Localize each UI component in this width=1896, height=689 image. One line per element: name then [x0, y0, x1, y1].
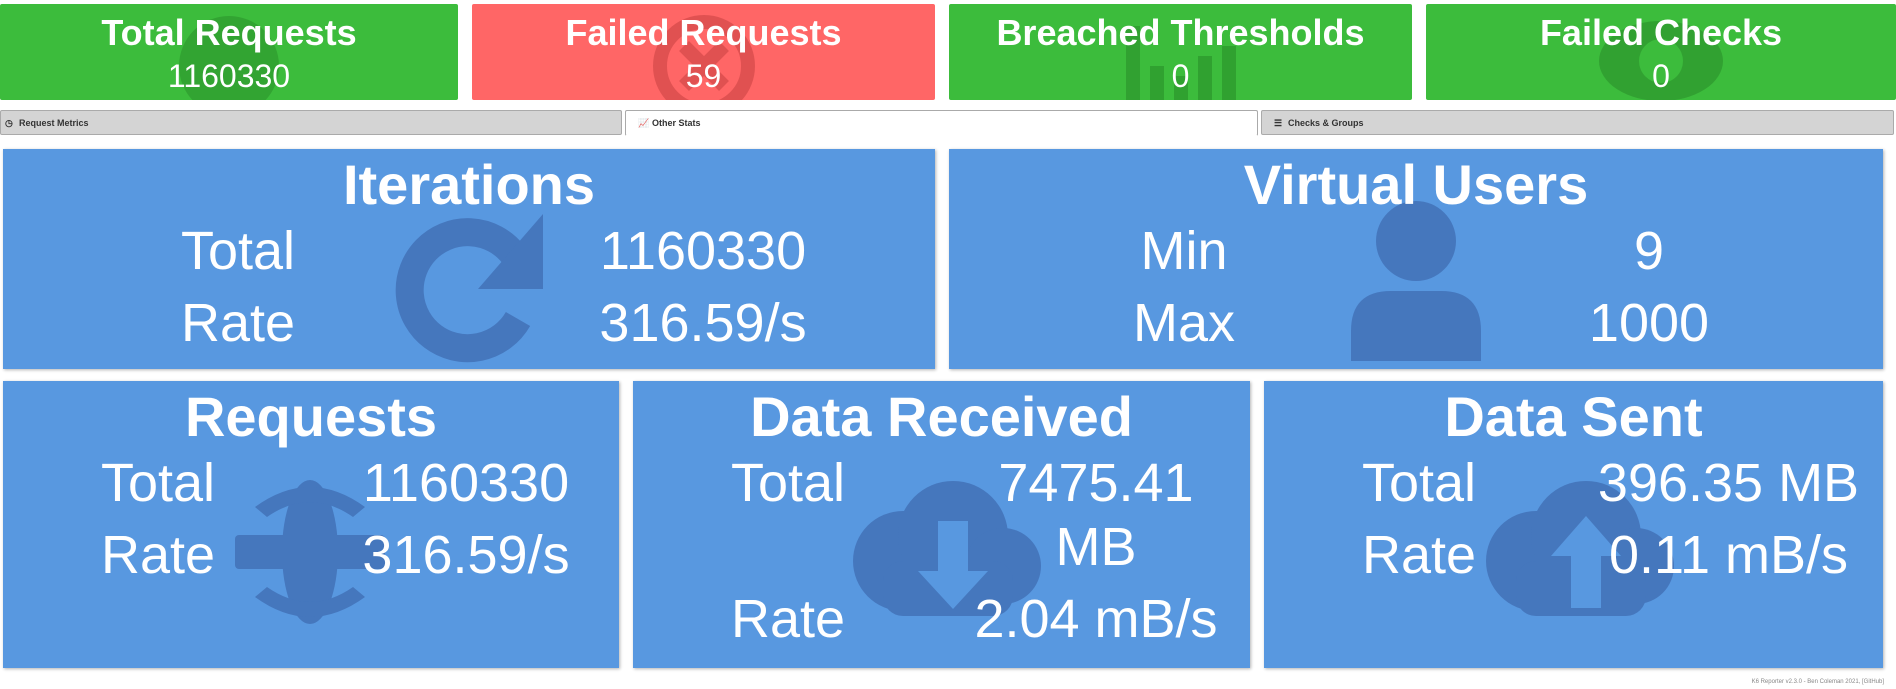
data-received-card: Data Received Total 7475.41 MB Rate 2.04…: [633, 381, 1250, 668]
iterations-rate-value: 316.59/s: [599, 293, 807, 353]
iterations-card: Iterations Total 1160330 Rate 316.59/s: [3, 149, 935, 369]
virtual-users-title: Virtual Users: [1243, 153, 1589, 216]
requests-card: Requests Total 1160330 Rate 316.59/s: [3, 381, 619, 668]
iterations-total-value: 1160330: [599, 221, 807, 281]
virtual-users-min-value: 9: [1633, 221, 1665, 281]
footer-credit: K6 Reporter v2.3.0 - Ben Coleman 2021, […: [1751, 679, 1884, 685]
list-icon: ☰: [1274, 118, 1283, 128]
failed-requests-box: Failed Requests 59: [472, 4, 935, 100]
virtual-users-max-label: Max: [1132, 293, 1235, 353]
data-sent-title: Data Sent: [1444, 385, 1703, 448]
data-received-rate-label: Rate: [730, 589, 846, 649]
data-received-total-value-line2: MB: [1055, 517, 1137, 577]
total-requests-title: Total Requests: [101, 12, 357, 53]
requests-title: Requests: [184, 385, 438, 448]
data-sent-total-value: 396.35 MB: [1597, 453, 1860, 513]
total-requests-box: Total Requests 1160330: [0, 4, 458, 100]
tab-label: Request Metrics: [19, 118, 89, 128]
tab-request-metrics[interactable]: ◷ Request Metrics: [0, 110, 622, 135]
failed-checks-box: Failed Checks 0: [1426, 4, 1896, 100]
failed-checks-title: Failed Checks: [1539, 12, 1783, 53]
failed-requests-value: 59: [685, 58, 722, 94]
total-requests-value: 1160330: [167, 58, 291, 94]
summary-row: Total Requests 1160330 Failed Requests 5…: [0, 4, 1896, 100]
breached-thresholds-box: Breached Thresholds 0: [949, 4, 1412, 100]
virtual-users-card: Virtual Users Min 9 Max 1000: [949, 149, 1883, 369]
data-received-total-value-line1: 7475.41: [998, 453, 1194, 513]
tab-other-stats[interactable]: 📈 Other Stats: [625, 110, 1258, 136]
data-sent-card: Data Sent Total 396.35 MB Rate 0.11 mB/s: [1264, 381, 1883, 668]
requests-rate-value: 316.59/s: [362, 525, 570, 585]
virtual-users-min-label: Min: [1140, 221, 1228, 281]
data-received-total-label: Total: [730, 453, 846, 513]
tab-label: Checks & Groups: [1288, 118, 1364, 128]
failed-checks-value: 0: [1652, 58, 1670, 94]
tab-label: Other Stats: [652, 118, 701, 128]
clock-icon: ◷: [5, 118, 13, 128]
data-sent-rate-label: Rate: [1361, 525, 1477, 585]
data-sent-rate-value: 0.11 mB/s: [1608, 525, 1849, 585]
iterations-total-label: Total: [180, 221, 296, 281]
breached-thresholds-value: 0: [1171, 58, 1190, 94]
requests-total-value: 1160330: [362, 453, 570, 513]
tab-bar: ◷ Request Metrics 📈 Other Stats ☰ Checks & …: [0, 110, 1896, 136]
chart-icon: 📈: [638, 118, 650, 128]
data-sent-total-label: Total: [1361, 453, 1477, 513]
breached-thresholds-title: Breached Thresholds: [996, 12, 1365, 53]
virtual-users-max-value: 1000: [1588, 293, 1710, 353]
requests-rate-label: Rate: [100, 525, 216, 585]
failed-requests-title: Failed Requests: [565, 12, 842, 53]
data-received-rate-value: 2.04 mB/s: [974, 589, 1218, 649]
data-received-title: Data Received: [750, 385, 1133, 448]
requests-total-label: Total: [100, 453, 216, 513]
tab-checks-groups[interactable]: ☰ Checks & Groups: [1261, 110, 1894, 135]
iterations-title: Iterations: [342, 153, 596, 216]
iterations-rate-label: Rate: [180, 293, 296, 353]
